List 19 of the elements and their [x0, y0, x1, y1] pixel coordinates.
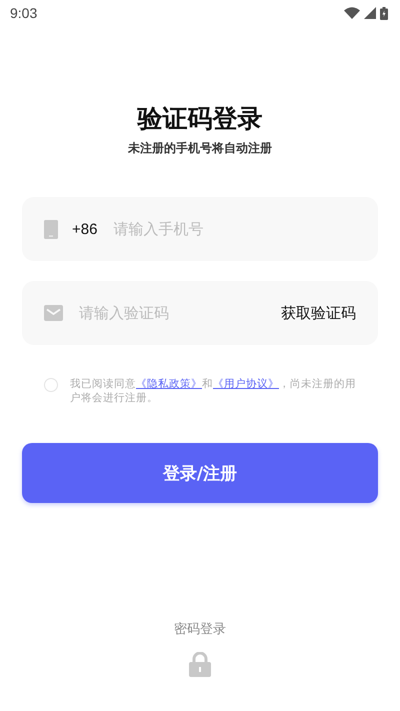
policy-link[interactable]: 《隐私政策》: [136, 378, 202, 390]
get-code-button[interactable]: 获取验证码: [281, 304, 356, 322]
phone-icon: [44, 220, 58, 238]
phone-input[interactable]: 请输入手机号: [113, 220, 356, 238]
battery-icon: [380, 6, 388, 20]
login-button[interactable]: 登录/注册: [22, 443, 378, 503]
signal-icon: [364, 7, 376, 19]
wifi-icon: [344, 7, 360, 19]
mail-icon: [44, 305, 63, 321]
country-code[interactable]: +86: [72, 220, 98, 238]
code-input[interactable]: 请输入验证码: [79, 304, 281, 322]
page-title: 验证码登录: [136, 103, 264, 135]
agreement-text: 我已阅读同意《隐私政策》和《用户协议》，尚未注册的用户将会进行注册。: [70, 377, 356, 405]
policy-link[interactable]: 《用户协议》: [213, 378, 279, 390]
page-subtitle: 未注册的手机号将自动注册: [128, 140, 272, 157]
status-time: 9:03: [10, 5, 38, 21]
password-login-link[interactable]: 密码登录: [174, 620, 226, 638]
agreement-checkbox[interactable]: [44, 378, 58, 392]
lock-icon[interactable]: [189, 652, 211, 677]
